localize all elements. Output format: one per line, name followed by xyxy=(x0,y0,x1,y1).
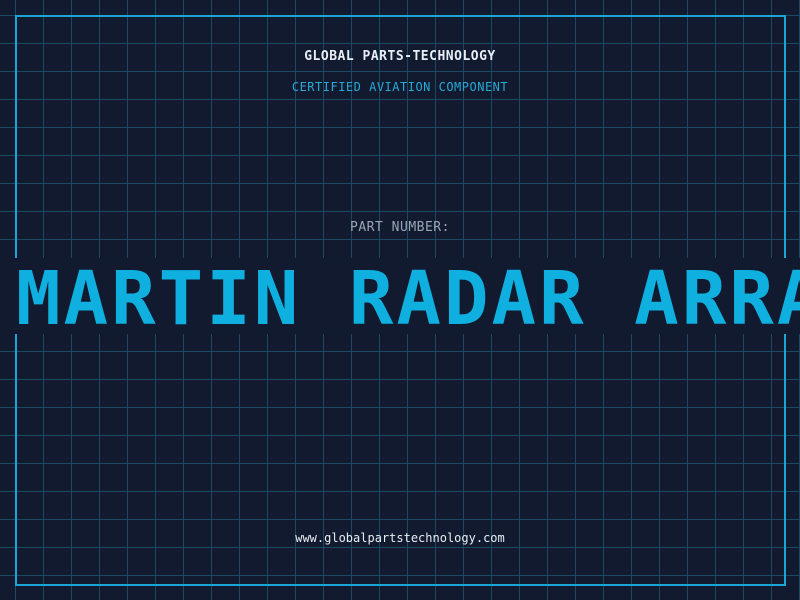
part-number-value: MARTIN RADAR ARRAY xyxy=(16,258,800,334)
website-url: www.globalpartstechnology.com xyxy=(295,531,505,545)
brand-name: GLOBAL PARTS-TECHNOLOGY xyxy=(304,49,496,64)
certification-tagline: CERTIFIED AVIATION COMPONENT xyxy=(291,80,509,94)
part-number-label: PART NUMBER: xyxy=(350,220,450,235)
part-number-band: MARTIN RADAR ARRAY xyxy=(0,258,800,334)
